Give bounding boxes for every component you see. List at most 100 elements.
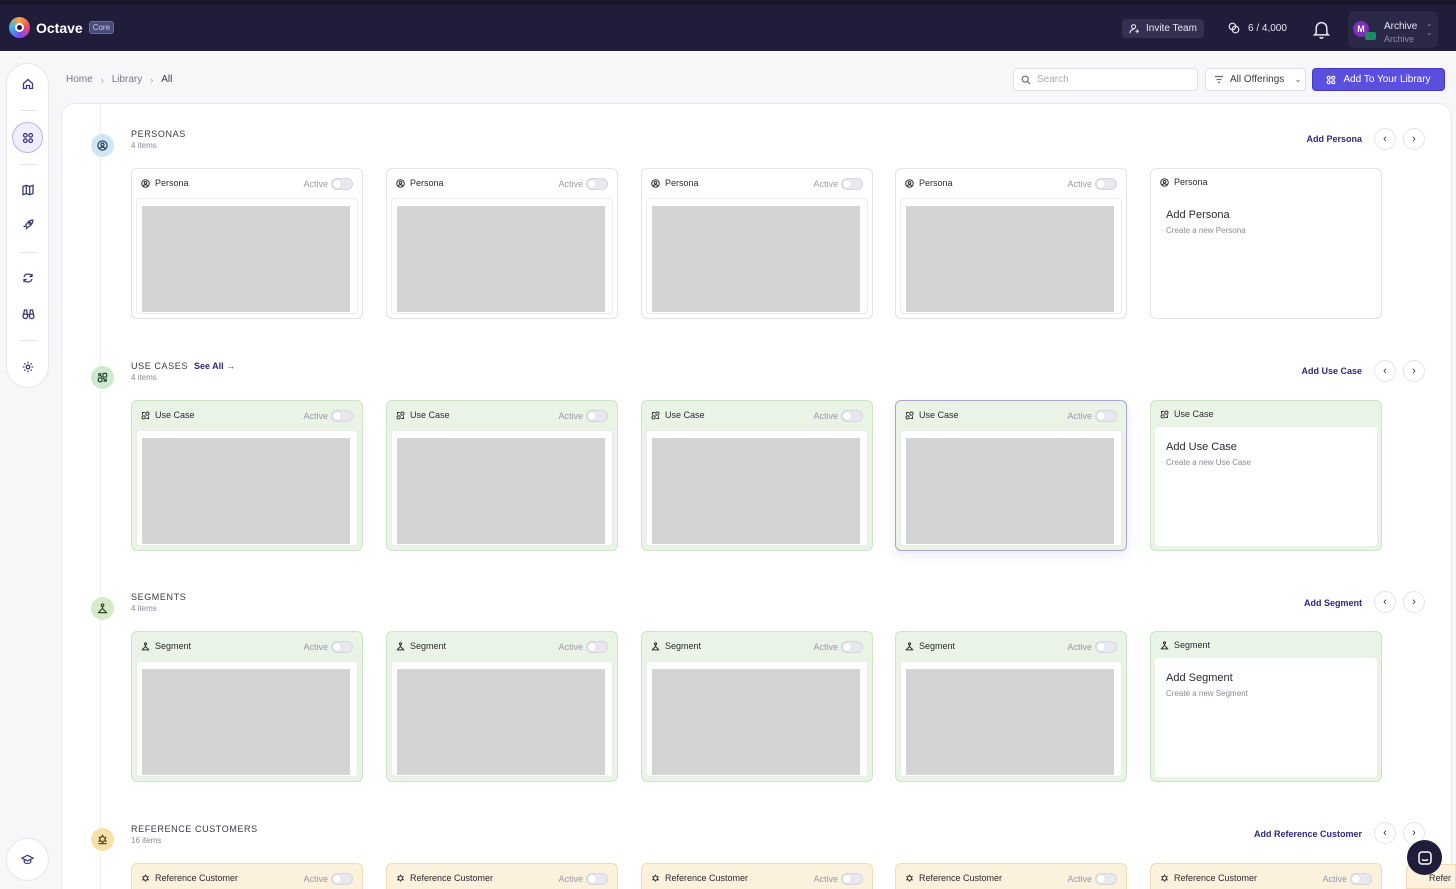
add-to-library-button[interactable]: Add To Your Library — [1312, 68, 1445, 91]
reference-customer-card[interactable]: Reference Customer Active — [895, 863, 1127, 889]
chevron-right-icon: › — [100, 74, 104, 85]
add-persona-card[interactable]: Persona Add Persona Create a new Persona — [1150, 168, 1382, 319]
use-case-card[interactable]: Use Case Active — [386, 400, 618, 551]
card-type: Segment — [1174, 640, 1211, 650]
chevron-up-down-icon: ⌃ ⌄ — [1426, 23, 1433, 37]
segment-card[interactable]: Segment Active — [641, 631, 873, 782]
chevron-right-icon[interactable]: › — [1403, 128, 1425, 150]
status-label: Active — [813, 411, 838, 421]
active-toggle[interactable] — [331, 410, 353, 422]
map-icon[interactable] — [18, 180, 38, 200]
section-title: SEGMENTS — [131, 592, 187, 602]
segment-card[interactable]: Segment Active — [131, 631, 363, 782]
card-body: Add Use Case Create a new Use Case — [1155, 427, 1377, 546]
brand[interactable]: Octave Core — [9, 17, 115, 38]
bell-icon[interactable] — [1313, 19, 1330, 39]
active-toggle[interactable] — [586, 410, 608, 422]
invite-team-button[interactable]: Invite Team — [1122, 19, 1204, 38]
search-box[interactable] — [1013, 68, 1198, 91]
status-label: Active — [303, 179, 328, 189]
chevron-right-icon[interactable]: › — [1403, 360, 1425, 382]
card-type: Use Case — [1174, 409, 1214, 419]
add-segment-card[interactable]: Segment Add Segment Create a new Segment — [1150, 631, 1382, 782]
use-case-icon — [905, 411, 914, 419]
card-type: Segment — [410, 641, 447, 651]
use-case-card[interactable]: Use Case Active — [895, 400, 1127, 551]
add-use-case-card[interactable]: Use Case Add Use Case Create a new Use C… — [1150, 400, 1382, 551]
card-type: Reference Customer — [155, 873, 239, 883]
chevron-left-icon[interactable]: ‹ — [1374, 360, 1396, 382]
academy-button[interactable] — [6, 838, 49, 881]
persona-card[interactable]: Persona Active — [131, 168, 363, 319]
persona-card[interactable]: Persona Active — [641, 168, 873, 319]
active-toggle[interactable] — [1095, 873, 1117, 885]
gear-icon[interactable] — [18, 357, 38, 377]
active-toggle[interactable] — [586, 178, 608, 190]
segment-icon — [905, 641, 914, 650]
refresh-icon[interactable] — [18, 268, 38, 288]
account-switcher[interactable]: M Archive Archive ⌃ ⌄ — [1348, 11, 1438, 48]
add-persona-button[interactable]: Add Persona — [1290, 134, 1362, 144]
card-type: Persona — [919, 178, 953, 188]
reference-customer-card[interactable]: Reference Customer Active — [131, 863, 363, 889]
active-toggle[interactable] — [841, 410, 863, 422]
active-toggle[interactable] — [841, 178, 863, 190]
status-label: Active — [813, 642, 838, 652]
active-toggle[interactable] — [841, 873, 863, 885]
active-toggle[interactable] — [1095, 178, 1117, 190]
credits-counter[interactable]: 6 / 4,000 — [1228, 22, 1287, 34]
add-use-case-button[interactable]: Add Use Case — [1290, 366, 1362, 376]
account-role: Archive — [1384, 34, 1415, 44]
add-segment-button[interactable]: Add Segment — [1290, 598, 1362, 608]
search-input[interactable] — [1037, 74, 1187, 85]
segment-card[interactable]: Segment Active — [895, 631, 1127, 782]
active-toggle[interactable] — [1095, 641, 1117, 653]
segment-icon — [651, 641, 660, 650]
home-icon[interactable] — [18, 74, 38, 94]
active-toggle[interactable] — [331, 641, 353, 653]
image-placeholder — [397, 206, 605, 312]
breadcrumb-home[interactable]: Home — [66, 74, 93, 85]
card-type: Segment — [919, 641, 956, 651]
use-case-card[interactable]: Use Case Active — [131, 400, 363, 551]
arrow-right-icon: → — [226, 361, 236, 371]
chevron-left-icon[interactable]: ‹ — [1374, 591, 1396, 613]
reference-customer-card[interactable]: Reference Customer Active — [641, 863, 873, 889]
graduation-cap-icon — [21, 854, 34, 865]
rocket-icon[interactable] — [18, 215, 38, 235]
persona-card[interactable]: Persona Active — [386, 168, 618, 319]
add-reference-customer-button[interactable]: Add Reference Customer — [1230, 829, 1362, 839]
active-toggle[interactable] — [841, 641, 863, 653]
chevron-left-icon[interactable]: ‹ — [1374, 822, 1396, 844]
chevron-down-icon: ⌄ — [1294, 74, 1302, 84]
see-all-link[interactable]: See All → — [194, 361, 235, 371]
active-toggle[interactable] — [1350, 873, 1372, 885]
offerings-filter[interactable]: All Offerings ⌄ — [1205, 68, 1306, 91]
chevron-right-icon[interactable]: › — [1403, 591, 1425, 613]
image-placeholder — [142, 669, 350, 775]
support-chat-button[interactable] — [1407, 840, 1442, 875]
binoculars-icon[interactable] — [18, 304, 38, 324]
reference-customer-icon — [905, 873, 914, 882]
status-label: Active — [1322, 874, 1347, 884]
chevron-left-icon[interactable]: ‹ — [1374, 128, 1396, 150]
card-type: Reference Customer — [919, 873, 1003, 883]
segment-icon — [396, 641, 405, 650]
reference-customer-icon — [1160, 873, 1169, 882]
active-toggle[interactable] — [586, 873, 608, 885]
breadcrumb-library[interactable]: Library — [112, 74, 143, 85]
active-toggle[interactable] — [1095, 410, 1117, 422]
active-toggle[interactable] — [331, 873, 353, 885]
account-name: Archive — [1384, 21, 1418, 32]
segment-card[interactable]: Segment Active — [386, 631, 618, 782]
reference-customer-card[interactable]: Reference Customer Active — [386, 863, 618, 889]
use-case-card[interactable]: Use Case Active — [641, 400, 873, 551]
active-toggle[interactable] — [331, 178, 353, 190]
reference-customer-card[interactable]: Reference Customer Active — [1150, 863, 1382, 889]
add-to-library-label: Add To Your Library — [1343, 74, 1431, 85]
status-label: Active — [1067, 874, 1092, 884]
library-icon[interactable] — [12, 122, 43, 153]
active-toggle[interactable] — [586, 641, 608, 653]
persona-card[interactable]: Persona Active — [895, 168, 1127, 319]
image-placeholder — [906, 438, 1114, 544]
